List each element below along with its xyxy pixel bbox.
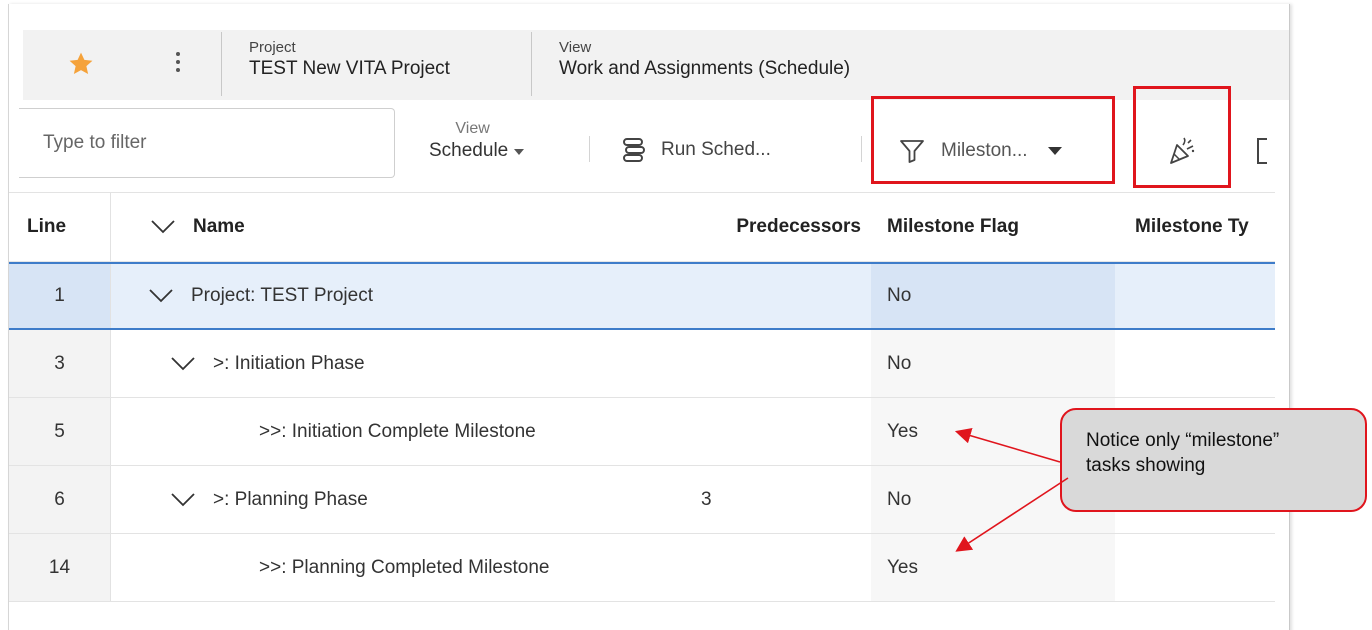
- filter-dropdown[interactable]: Mileston...: [899, 136, 1062, 166]
- milestone-flag-cell: No: [871, 264, 1115, 328]
- predecessors-cell: 3: [701, 488, 712, 510]
- line-cell: 3: [9, 330, 111, 397]
- chevron-down-icon[interactable]: [171, 492, 195, 507]
- view-label: View: [559, 39, 592, 56]
- caret-down-icon: [514, 148, 525, 155]
- milestone-type-cell: [1115, 264, 1275, 328]
- milestone-flag-cell: No: [871, 330, 1115, 397]
- annotation-callout: Notice only “milestone” tasks showing: [1060, 408, 1367, 512]
- divider: [531, 32, 532, 96]
- task-name: >>: Planning Completed Milestone: [259, 556, 550, 578]
- divider: [861, 136, 862, 162]
- chevron-down-icon[interactable]: [149, 289, 173, 303]
- caret-down-icon: [1047, 147, 1062, 155]
- star-icon[interactable]: [67, 50, 95, 78]
- name-cell: >: Initiation Phase: [111, 330, 701, 397]
- chevron-down-icon[interactable]: [151, 220, 175, 234]
- type-to-filter-input[interactable]: [19, 108, 395, 178]
- run-schedule-icon: [623, 138, 645, 162]
- table-row[interactable]: 3 >: Initiation Phase No: [9, 330, 1275, 398]
- column-header-name-label: Name: [193, 216, 245, 237]
- name-cell: >>: Planning Completed Milestone: [111, 534, 701, 601]
- panel-icon[interactable]: [1257, 138, 1267, 164]
- view-name: Work and Assignments (Schedule): [559, 58, 851, 79]
- line-cell: 5: [9, 398, 111, 465]
- chevron-down-icon[interactable]: [171, 356, 195, 371]
- project-breadcrumb[interactable]: Project TEST New VITA Project: [249, 40, 450, 82]
- task-name: >>: Initiation Complete Milestone: [259, 420, 536, 442]
- schedule-grid: Line Name Predecessors Milestone Flag Mi…: [9, 192, 1275, 602]
- view-dropdown-value: Schedule: [429, 140, 509, 161]
- table-row[interactable]: 1 Project: TEST Project No: [9, 262, 1275, 330]
- divider: [589, 136, 590, 162]
- milestone-type-cell: [1115, 330, 1275, 397]
- column-header-name[interactable]: Name: [111, 193, 701, 261]
- predecessors-cell: [701, 534, 871, 601]
- view-breadcrumb[interactable]: View Work and Assignments (Schedule): [559, 40, 850, 82]
- header-bar: Project TEST New VITA Project View Work …: [23, 30, 1289, 100]
- grid-header-row: Line Name Predecessors Milestone Flag Mi…: [9, 192, 1275, 262]
- divider: [221, 32, 222, 96]
- filter-icon: [900, 140, 924, 163]
- filter-dropdown-value: Mileston...: [941, 140, 1028, 161]
- task-name: >: Planning Phase: [213, 488, 368, 510]
- task-name: Project: TEST Project: [191, 285, 373, 306]
- run-schedule-label: Run Sched...: [661, 139, 771, 160]
- line-cell: 1: [9, 264, 111, 328]
- callout-line-2: tasks showing: [1086, 455, 1206, 476]
- column-header-milestone-type[interactable]: Milestone Ty: [1115, 193, 1275, 261]
- line-cell: 14: [9, 534, 111, 601]
- name-cell: >: Planning Phase: [111, 466, 701, 533]
- run-schedule-button[interactable]: Run Sched...: [621, 136, 771, 164]
- predecessors-cell: [701, 398, 871, 465]
- table-row[interactable]: 14 >>: Planning Completed Milestone Yes: [9, 534, 1275, 602]
- callout-line-1: Notice only “milestone”: [1086, 430, 1280, 451]
- column-header-predecessors[interactable]: Predecessors: [701, 193, 871, 261]
- task-name: >: Initiation Phase: [213, 352, 365, 374]
- milestone-flag-cell: Yes: [871, 534, 1115, 601]
- column-header-milestone-flag[interactable]: Milestone Flag: [871, 193, 1115, 261]
- toolbar: View Schedule Run Sched... Mileston...: [9, 86, 1289, 192]
- name-cell: Project: TEST Project: [111, 264, 701, 328]
- line-cell: 6: [9, 466, 111, 533]
- app-window: Project TEST New VITA Project View Work …: [8, 4, 1290, 630]
- view-dropdown-label: View: [455, 120, 490, 137]
- more-vertical-icon[interactable]: [173, 52, 183, 76]
- column-header-line[interactable]: Line: [9, 193, 111, 261]
- predecessors-cell: [701, 330, 871, 397]
- milestone-type-cell: [1115, 534, 1275, 601]
- party-popper-icon[interactable]: [1167, 136, 1197, 166]
- predecessors-cell: [701, 264, 871, 328]
- project-label: Project: [249, 39, 296, 56]
- project-name: TEST New VITA Project: [249, 58, 450, 79]
- name-cell: >>: Initiation Complete Milestone: [111, 398, 701, 465]
- view-dropdown[interactable]: View Schedule: [429, 120, 525, 162]
